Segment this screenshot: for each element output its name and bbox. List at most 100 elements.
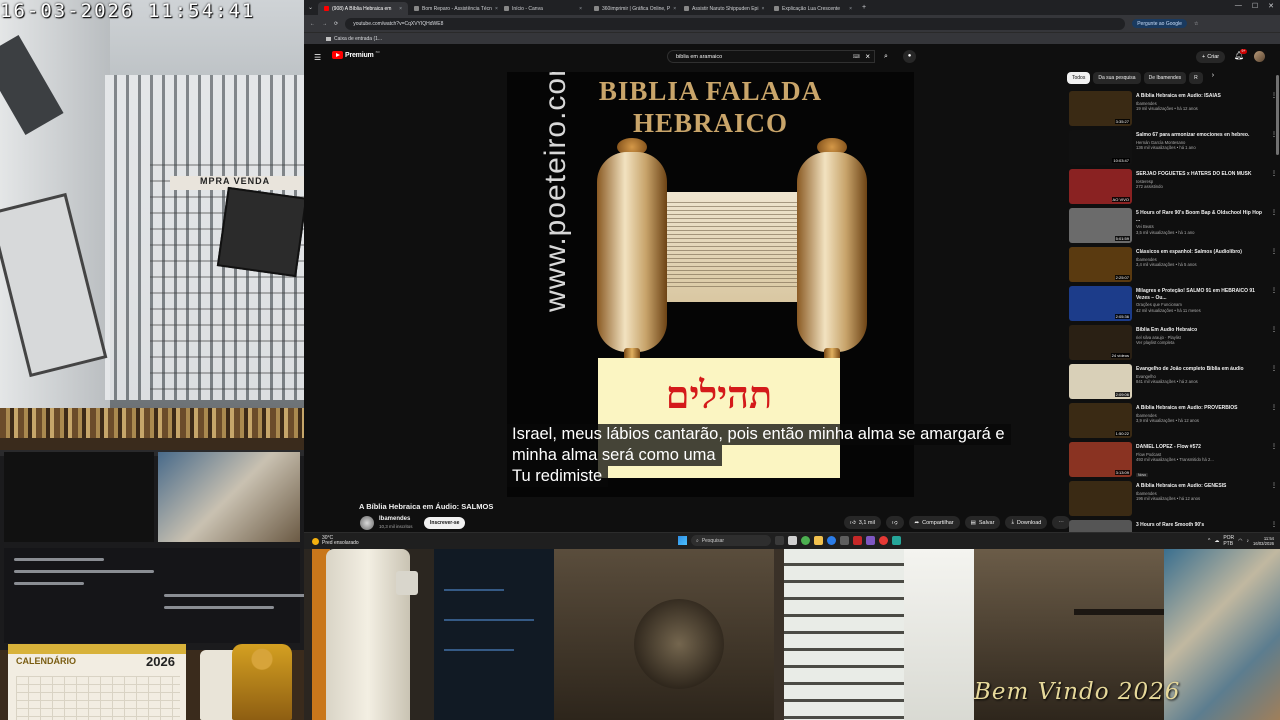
recommendation-thumbnail[interactable]: 2:25:07 [1069,247,1132,282]
tab-close-icon[interactable]: × [399,6,402,12]
more-options-icon[interactable]: ⋮ [1271,521,1277,528]
more-button[interactable]: ⋯ [1052,516,1070,529]
app-purple-icon[interactable] [866,536,875,545]
more-options-icon[interactable]: ⋮ [1271,365,1277,372]
more-options-icon[interactable]: ⋮ [1271,443,1277,450]
file-explorer-icon[interactable] [814,536,823,545]
bookmark-item[interactable]: Caixa de entrada (1... [334,36,382,42]
ask-google-button[interactable]: Pergunte ao Google [1132,19,1187,28]
url-field[interactable]: youtube.com/watch?v=CqXVYIQHdWE8 [345,17,1126,30]
browser-tab[interactable]: (908) A Bíblia Hebraica em × [318,2,408,15]
browser-tab[interactable]: Início - Canva × [498,2,588,15]
recommendation-item[interactable]: 3:35:27 A Bíblia Hebraica em Áudio: ISAÍA… [1069,90,1277,129]
more-options-icon[interactable]: ⋮ [1271,170,1277,177]
recommendation-item[interactable]: 5:01:59 5 Hours of Rare 90's Boom Bap & O… [1069,207,1277,246]
create-button[interactable]: + Criar [1196,51,1226,63]
like-button[interactable]: 👍︎ 3,1 mil [844,516,881,529]
store-icon[interactable] [840,536,849,545]
filter-chip[interactable]: Todos [1067,72,1091,84]
recommendation-thumbnail[interactable]: 3:35:27 [1069,91,1132,126]
star-icon[interactable]: ☆ [1194,21,1198,27]
recommendation-item[interactable]: 1:50:22 A Bíblia Hebraica em Áudio: PROVÉ… [1069,402,1277,441]
browser-tab[interactable]: Assistir Naruto Shippuden Epi × [678,2,768,15]
more-options-icon[interactable]: ⋮ [1271,248,1277,255]
recommendation-item[interactable]: 10:03:47 Salmo 67 para armonizar emocione… [1069,129,1277,168]
page-scrollbar[interactable] [1276,75,1279,155]
volume-icon[interactable]: ♪ [1247,538,1250,544]
recommendation-thumbnail[interactable]: AO VIVO [1069,169,1132,204]
app-record-icon[interactable] [879,536,888,545]
youtube-logo[interactable]: Premium BR [332,50,380,59]
recommendation-item[interactable]: A Bíblia Hebraica em Áudio: GÊNESIS Ibame… [1069,480,1277,519]
more-options-icon[interactable]: ⋮ [1271,326,1277,333]
search-button[interactable]: ⌕ [878,50,894,63]
tab-close-icon[interactable]: × [673,6,676,12]
recommendation-thumbnail[interactable]: 3:13:09 [1069,442,1132,477]
tab-close-icon[interactable]: × [849,6,852,12]
new-tab-icon[interactable]: + [858,4,870,11]
voice-search-button[interactable]: ● [903,50,916,63]
widgets-icon[interactable] [788,536,797,545]
dislike-button[interactable]: 👎︎ [885,516,904,529]
share-button[interactable]: ➦ Compartilhar [908,516,960,529]
browser-tab[interactable]: Explicação Lua Crescente × [768,2,858,15]
taskbar-clock[interactable]: 11:54 16/03/2026 [1253,536,1274,546]
recommendation-thumbnail[interactable]: 1:50:22 [1069,403,1132,438]
browser-tab[interactable]: 360imprimir | Gráfica Online, P × [588,2,678,15]
back-icon[interactable]: ← [310,21,315,27]
app-teal-icon[interactable] [892,536,901,545]
reload-icon[interactable]: ⟳ [334,21,338,27]
recommendation-thumbnail[interactable]: 24 vídeos [1069,325,1132,360]
filter-chip[interactable]: De Ibamendes [1143,72,1187,84]
recommendation-item[interactable]: 2:05:36 Milagres e Proteção! SALMO 91 em … [1069,285,1277,324]
more-options-icon[interactable]: ⋮ [1271,482,1277,489]
recommendation-thumbnail[interactable] [1069,520,1132,532]
edge-icon[interactable] [827,536,836,545]
tray-language[interactable]: POR PTB [1223,535,1234,547]
account-avatar[interactable] [1254,51,1265,62]
recommendation-thumbnail[interactable]: 2:05:36 [1069,286,1132,321]
weather-widget[interactable]: 30°C Pred ensolarado [312,536,359,546]
subscribe-button[interactable]: Inscrever-se [424,517,466,529]
start-icon[interactable] [678,536,687,545]
save-button[interactable]: ▤ Salvar [964,516,1001,529]
tab-search-icon[interactable]: ⌄ [304,4,318,11]
recommendation-thumbnail[interactable]: 2:09:06 [1069,364,1132,399]
search-input[interactable]: biblia em aramaico ⌨ × [667,50,875,63]
clear-search-icon[interactable]: × [865,52,870,61]
app-red-icon[interactable] [853,536,862,545]
more-options-icon[interactable]: ⋮ [1271,287,1277,294]
browser-tab[interactable]: Bom Reparo - Assistência Técn × [408,2,498,15]
taskbar-search[interactable]: ⌕ Pesquisar [691,535,771,546]
menu-icon[interactable]: ☰ [314,53,321,62]
recommendation-item[interactable]: AO VIVO SERJÃO FOGUETES x HATERS DO ELON … [1069,168,1277,207]
recommendation-thumbnail[interactable]: 10:03:47 [1069,130,1132,165]
tab-close-icon[interactable]: × [579,6,582,12]
recommendation-thumbnail[interactable]: 5:01:59 [1069,208,1132,243]
channel-avatar[interactable] [360,516,374,530]
maximize-icon[interactable]: ☐ [1252,2,1258,10]
recommendation-item[interactable]: 3 Hours of Rare Smooth 90's ⋮ [1069,519,1277,532]
recommendation-thumbnail[interactable] [1069,481,1132,516]
filter-chip[interactable]: R [1189,72,1203,84]
tray-chevron-icon[interactable]: ^ [1208,538,1210,544]
chevron-right-icon[interactable]: › [1212,72,1214,84]
channel-name[interactable]: Ibamendes [379,516,410,522]
download-button[interactable]: ⤓ Download [1005,516,1048,529]
filter-chip[interactable]: Da sua pesquisa [1093,72,1141,84]
recommendation-item[interactable]: 3:13:09 DANIEL LOPEZ - Flow #572 Flow Podc… [1069,441,1277,480]
cloud-icon[interactable]: ☁ [1214,538,1219,544]
tab-close-icon[interactable]: × [761,6,764,12]
close-icon[interactable]: ✕ [1268,2,1274,10]
wifi-icon[interactable]: ◠ [1238,538,1242,544]
forward-icon[interactable]: → [322,21,327,27]
keyboard-icon[interactable]: ⌨ [853,54,860,60]
recommendation-item[interactable]: 2:09:06 Evangelho de João completo Bíblia… [1069,363,1277,402]
minimize-icon[interactable]: — [1235,2,1242,10]
recommendation-item[interactable]: 2:25:07 Clássicos em espanhol: Salmos (Au… [1069,246,1277,285]
recommendation-item[interactable]: 24 vídeos Bíblia Em Áudio Hebraico riel si… [1069,324,1277,363]
chrome-icon[interactable] [801,536,810,545]
more-options-icon[interactable]: ⋮ [1271,209,1277,216]
more-options-icon[interactable]: ⋮ [1271,404,1277,411]
task-view-icon[interactable] [775,536,784,545]
